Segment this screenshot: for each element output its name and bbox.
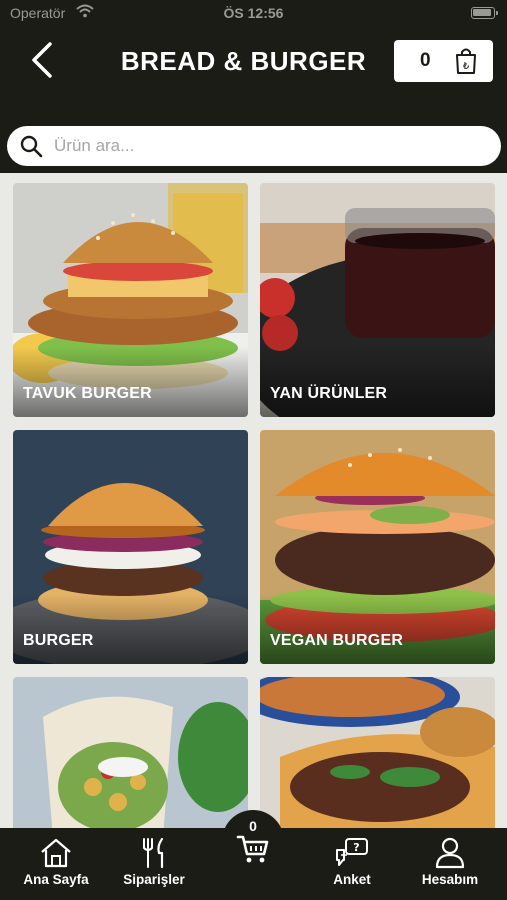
center-cart-button[interactable]: 0 [222,810,284,872]
category-card-burger[interactable]: BURGER [13,430,248,664]
category-label: VEGAN BURGER [270,632,404,649]
user-icon [435,837,465,869]
tab-label: Anket [333,872,371,887]
search-bar [7,126,501,166]
category-label: BURGER [23,632,94,649]
category-label: YAN ÜRÜNLER [270,385,388,402]
search-input[interactable] [54,126,484,166]
tab-survey[interactable]: ? Anket [302,836,402,896]
status-bar: Operatör ÖS 12:56 [0,0,507,28]
tab-orders[interactable]: Siparişler [104,836,204,896]
tab-label: Hesabım [421,872,479,887]
category-card-tacos[interactable] [260,677,495,828]
battery-icon [471,7,498,19]
fork-knife-icon [143,837,164,869]
tab-label: Siparişler [123,872,185,887]
shopping-cart-icon [236,835,269,863]
tab-home[interactable]: Ana Sayfa [6,836,106,896]
wrap-image [13,677,248,828]
tab-account[interactable]: Hesabım [400,836,500,896]
cart-count-badge: 0 [249,818,257,834]
header: BREAD & BURGER 0 ₺ [0,28,507,173]
status-time: ÖS 12:56 [223,5,284,21]
shopping-bag-icon: ₺ [456,48,476,74]
search-icon [20,135,43,158]
category-label: TAVUK BURGER [23,385,152,402]
category-card-wrap[interactable] [13,677,248,828]
cart-count: 0 [420,50,431,71]
home-icon [41,838,71,868]
chat-question-icon: ? [336,838,368,866]
category-card-yan-urunler[interactable]: YAN ÜRÜNLER [260,183,495,417]
category-card-vegan-burger[interactable]: VEGAN BURGER [260,430,495,664]
tab-label: Ana Sayfa [23,872,89,887]
svg-text:?: ? [353,841,359,854]
cart-button[interactable]: 0 ₺ [394,40,493,82]
category-card-tavuk-burger[interactable]: TAVUK BURGER [13,183,248,417]
tacos-image [260,677,495,828]
category-grid: TAVUK BURGER YAN ÜRÜNLER BURGER VEGAN BU… [0,173,507,828]
svg-text:₺: ₺ [463,61,470,72]
